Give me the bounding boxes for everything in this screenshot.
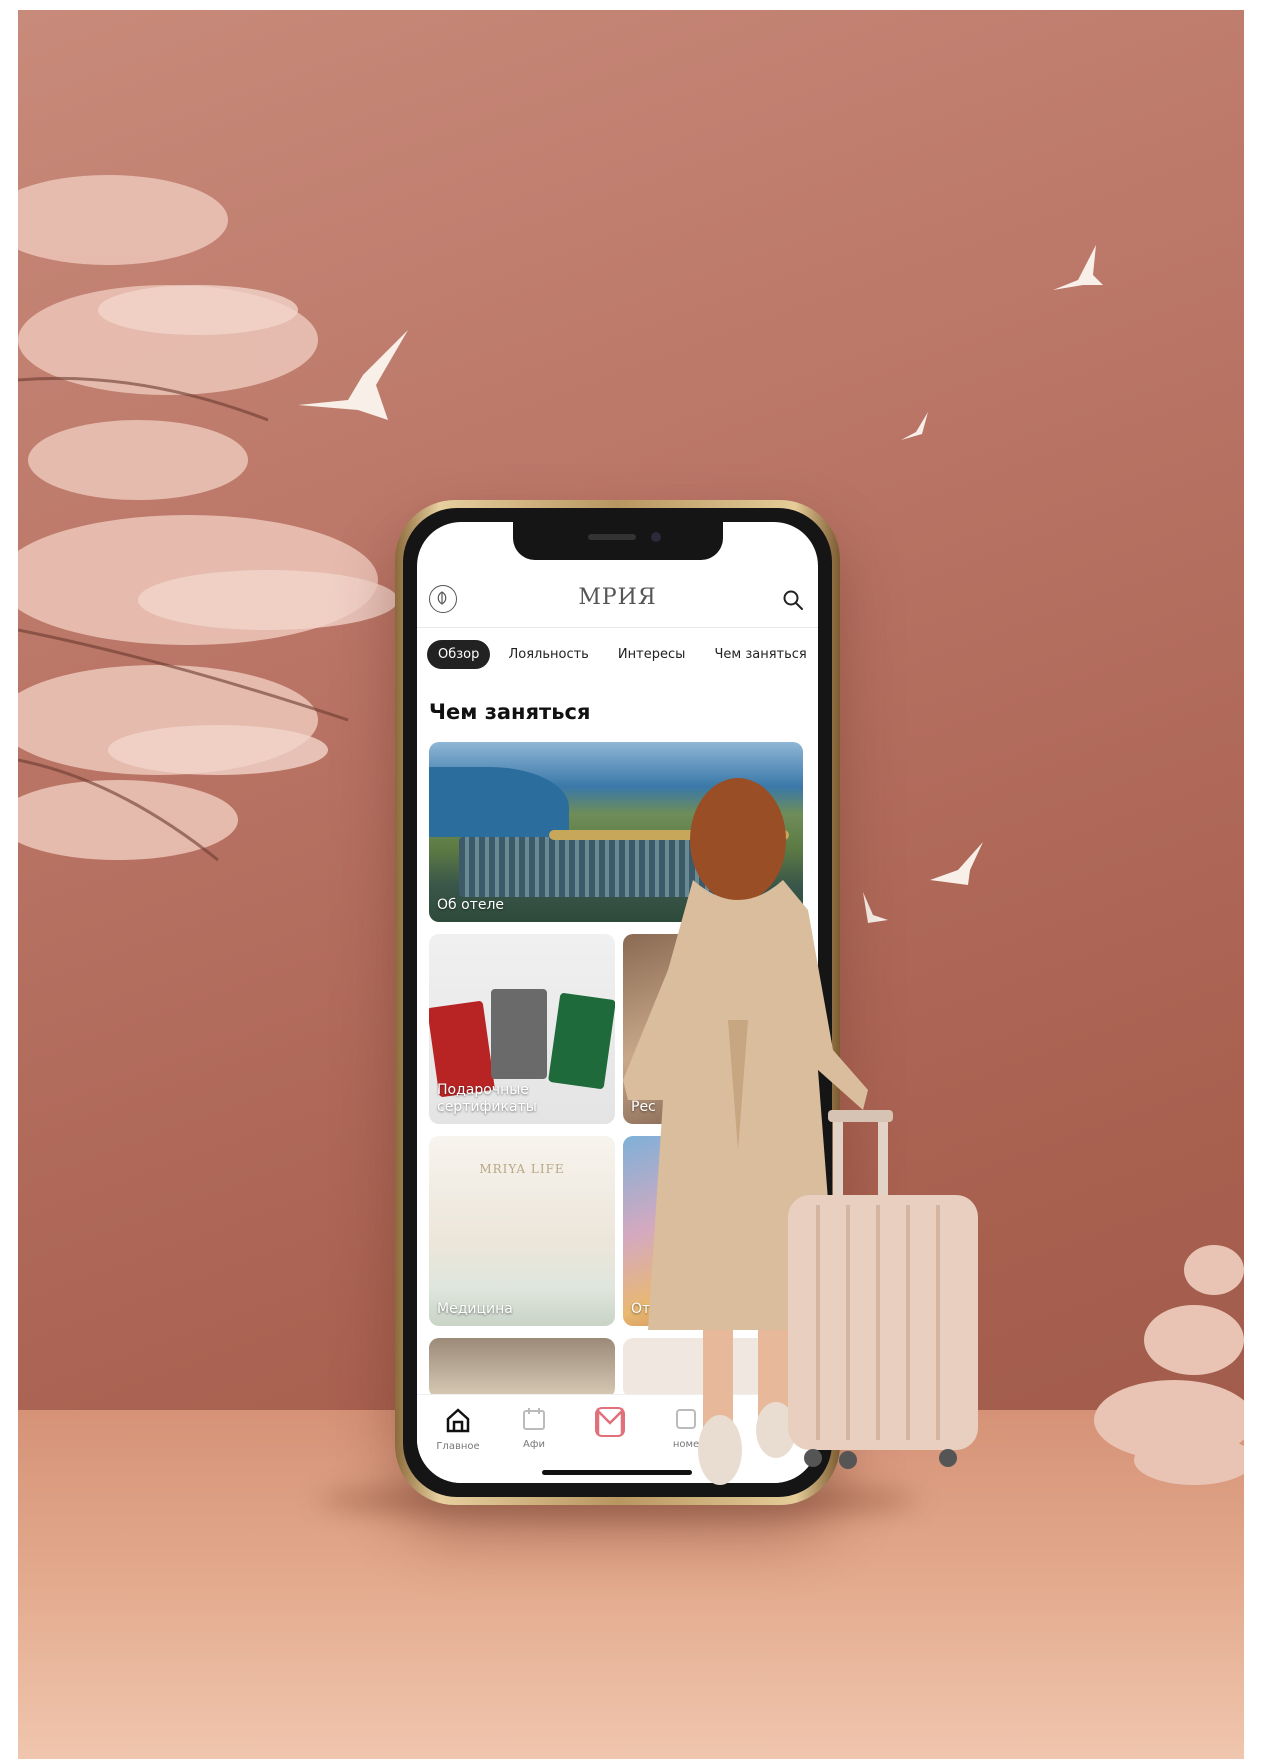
front-camera bbox=[650, 532, 661, 542]
brand-logo-text: MRIYA LIFE bbox=[479, 1162, 565, 1176]
nav-home[interactable]: Главное bbox=[423, 1405, 493, 1452]
card-label: Медицина bbox=[437, 1301, 513, 1317]
bird-icon bbox=[298, 330, 408, 420]
pampas-tree-decoration bbox=[18, 175, 398, 862]
tab-interests[interactable]: Интересы bbox=[607, 640, 696, 669]
poster-background: МРИЯ Обзор Лояльность Интересы Чем занят… bbox=[18, 10, 1244, 1759]
app-header: МРИЯ bbox=[417, 577, 818, 628]
calendar-icon bbox=[523, 1408, 545, 1430]
home-icon bbox=[446, 1408, 470, 1433]
card-medicine[interactable]: MRIYA LIFE Медицина bbox=[429, 1136, 615, 1326]
certificate-image bbox=[548, 992, 615, 1090]
tab-activities[interactable]: Чем заняться bbox=[703, 640, 817, 669]
search-icon[interactable] bbox=[782, 589, 804, 611]
certificate-image bbox=[491, 989, 547, 1079]
nav-afisha[interactable]: Афи bbox=[499, 1405, 569, 1450]
section-title: Чем заняться bbox=[429, 700, 591, 724]
tab-overview[interactable]: Обзор bbox=[427, 640, 491, 669]
phone-notch bbox=[512, 522, 723, 560]
category-tabs: Обзор Лояльность Интересы Чем заняться bbox=[427, 640, 818, 669]
card-label-line2: сертификаты bbox=[437, 1099, 537, 1115]
nav-label: Афи bbox=[523, 1439, 545, 1450]
speaker-grille bbox=[587, 534, 636, 540]
tab-loyalty[interactable]: Лояльность bbox=[497, 640, 599, 669]
sea-image bbox=[429, 767, 569, 837]
nav-label: Главное bbox=[436, 1441, 480, 1452]
bird-icon bbox=[901, 412, 928, 440]
bird-icon bbox=[930, 842, 983, 885]
card-label: Подарочные сертификаты bbox=[437, 1082, 537, 1116]
pampas-bush-decoration bbox=[1094, 1245, 1244, 1485]
card-partial[interactable] bbox=[429, 1338, 615, 1398]
suitcase bbox=[788, 1110, 978, 1469]
app-title: МРИЯ bbox=[578, 585, 657, 610]
bird-icon bbox=[1053, 245, 1103, 290]
card-label: Об отеле bbox=[437, 897, 504, 913]
card-gift-certificates[interactable]: Подарочные сертификаты bbox=[429, 934, 615, 1124]
card-label-line1: Подарочные bbox=[437, 1082, 529, 1098]
